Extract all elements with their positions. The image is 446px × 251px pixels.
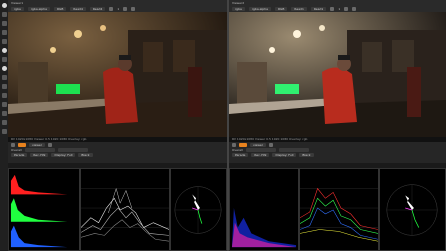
- right-waveform-scope: [299, 168, 379, 251]
- right-scope-sel-0[interactable]: Rec.709: [251, 152, 270, 157]
- right-image-viewport[interactable]: [229, 12, 446, 137]
- vector-blob: [192, 194, 200, 210]
- waveform-trace-1: [81, 197, 169, 230]
- left-histogram-scope: [8, 168, 80, 251]
- left-channel-select[interactable]: rgba: [11, 7, 24, 11]
- right-scope-menu[interactable]: Parade: [232, 152, 249, 157]
- left-accent-swatch[interactable]: [18, 142, 26, 147]
- left-scope-sel-1[interactable]: Display: Full: [51, 152, 76, 157]
- vector-magenta-trail: [192, 207, 199, 211]
- tracker-icon[interactable]: [1, 102, 7, 107]
- right-pane-title: Viewer2: [232, 1, 245, 5]
- lock-icon[interactable]: [123, 7, 128, 11]
- left-ctrl-label: Overall: [11, 147, 22, 152]
- right-slider[interactable]: [245, 147, 276, 152]
- paint-icon[interactable]: [1, 111, 7, 116]
- waveform-yellow: [300, 229, 378, 242]
- right-input-b-select[interactable]: Read1: [310, 7, 327, 11]
- layers-icon[interactable]: [1, 129, 7, 134]
- left-alpha-select[interactable]: rgba.alpha: [27, 7, 50, 11]
- left-colorspace-select[interactable]: RGB: [53, 7, 67, 11]
- waveform-trace-3: [81, 219, 169, 242]
- left-scope-menu[interactable]: Parade: [11, 152, 28, 157]
- vector-green-trail-right: [411, 209, 420, 228]
- settings-icon[interactable]: [131, 7, 136, 11]
- right-color-controls: viewer Overall Parade Rec.709 Display: F…: [229, 142, 446, 163]
- waveform-red: [300, 187, 378, 230]
- right-colorspace-select[interactable]: RGB: [274, 7, 288, 11]
- left-toolbar: [0, 0, 8, 251]
- left-mode-select[interactable]: viewer: [29, 142, 45, 147]
- right-zoom-value: 1: [338, 7, 341, 11]
- circle-tool-icon[interactable]: [1, 48, 7, 53]
- hist-red: [10, 174, 68, 195]
- left-pane-title: Viewer1: [11, 1, 24, 5]
- vector-green-trail: [197, 209, 203, 224]
- right-scope-sel-1[interactable]: Display: Full: [272, 152, 297, 157]
- hand-icon[interactable]: [1, 21, 7, 26]
- left-scope-sel-0[interactable]: Rec.709: [30, 152, 49, 157]
- eye-icon[interactable]: [1, 66, 7, 71]
- mask-icon[interactable]: [1, 93, 7, 98]
- left-vectorscope: [170, 168, 227, 251]
- brush-icon[interactable]: [1, 57, 7, 62]
- right-accent-swatch[interactable]: [239, 142, 247, 147]
- zoom-tool-icon[interactable]: [1, 30, 7, 35]
- left-color-controls: viewer Overall Parade Rec.709 Display: F…: [8, 142, 227, 163]
- pointer-icon[interactable]: [1, 3, 7, 8]
- right-scope-sel-2[interactable]: Black: [299, 152, 314, 157]
- wipe-icon[interactable]: [1, 39, 7, 44]
- bar-scene-left: [8, 12, 227, 137]
- guides-icon[interactable]: [1, 84, 7, 89]
- left-scope-sel-2[interactable]: Black: [78, 152, 93, 157]
- settings-icon[interactable]: [352, 7, 357, 11]
- right-slider-2[interactable]: [278, 147, 309, 152]
- text-tool-icon[interactable]: [1, 120, 7, 125]
- left-zoom-value: 1: [117, 7, 120, 11]
- right-alpha-select[interactable]: rgba.alpha: [248, 7, 271, 11]
- hist-blue: [10, 225, 68, 248]
- left-input-a-select[interactable]: Read4: [70, 7, 86, 11]
- lock-icon[interactable]: [344, 7, 349, 11]
- color-picker-icon[interactable]: [232, 142, 236, 147]
- zoom-icon[interactable]: [330, 7, 335, 11]
- vector-blob-right: [405, 195, 414, 210]
- right-input-a-select[interactable]: Read1: [291, 7, 307, 11]
- right-histogram-scope: [229, 168, 299, 251]
- left-slider[interactable]: [24, 147, 55, 152]
- left-slider-2[interactable]: [57, 147, 88, 152]
- right-mode-select[interactable]: viewer: [250, 142, 266, 147]
- left-input-b-select[interactable]: Read4: [89, 7, 106, 11]
- right-vectorscope: [379, 168, 446, 251]
- grid-icon[interactable]: [1, 75, 7, 80]
- hist-green: [10, 198, 68, 222]
- waveform-trace-2: [81, 207, 169, 236]
- reset-icon[interactable]: [269, 142, 273, 147]
- waveform-trace-4: [108, 187, 133, 213]
- left-image-viewport[interactable]: [8, 12, 227, 137]
- zoom-icon[interactable]: [109, 7, 114, 11]
- bar-scene-right: [229, 12, 446, 137]
- color-picker-icon[interactable]: [11, 142, 15, 147]
- reset-icon[interactable]: [48, 142, 52, 147]
- right-channel-select[interactable]: rgba: [232, 7, 245, 11]
- right-ctrl-label: Overall: [232, 147, 243, 152]
- crop-icon[interactable]: [1, 12, 7, 17]
- left-waveform-scope: [80, 168, 170, 251]
